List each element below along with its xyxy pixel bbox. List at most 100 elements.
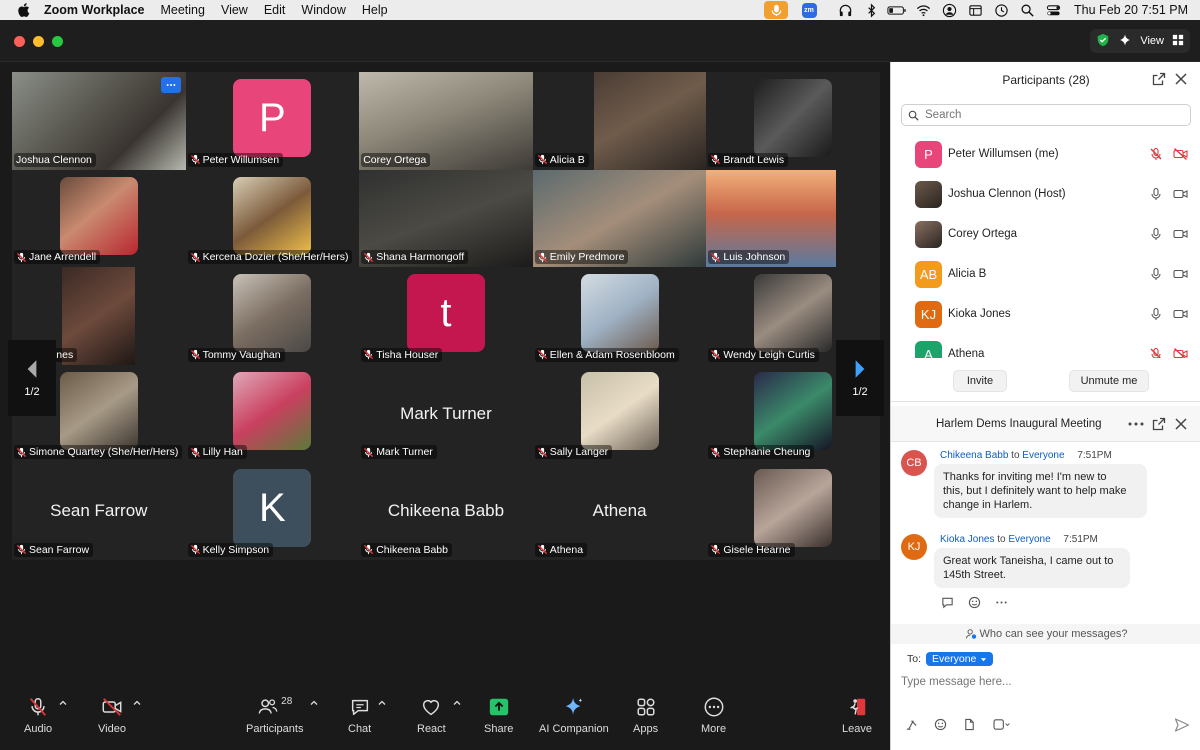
message-more-icon[interactable] xyxy=(995,596,1008,609)
participant-mic-status[interactable] xyxy=(1149,307,1163,321)
ai-sparkle-icon[interactable] xyxy=(1118,33,1132,50)
maximize-window-button[interactable] xyxy=(52,36,63,47)
chat-message-input[interactable] xyxy=(901,672,1191,692)
chat-recipient[interactable]: Everyone xyxy=(1008,534,1050,545)
ai-companion-button[interactable]: AI Companion xyxy=(539,696,609,735)
participant-mic-status[interactable] xyxy=(1149,147,1163,161)
participant-video-status[interactable] xyxy=(1173,347,1188,358)
leave-button[interactable]: Leave xyxy=(842,696,872,735)
participant-mic-status[interactable] xyxy=(1149,347,1163,358)
close-window-button[interactable] xyxy=(14,36,25,47)
participant-row[interactable]: A Athena xyxy=(891,334,1200,358)
add-reaction-icon[interactable] xyxy=(968,596,981,609)
participant-row[interactable]: P Peter Willumsen (me) xyxy=(891,134,1200,174)
participant-tile[interactable]: Jane Arrendell xyxy=(12,169,186,268)
menu-meeting[interactable]: Meeting xyxy=(160,3,204,17)
send-message-icon[interactable] xyxy=(1174,717,1190,733)
video-camera-icon[interactable] xyxy=(1173,187,1188,201)
participant-tile[interactable]: Tommy Vaughan xyxy=(185,267,360,365)
participant-video-status[interactable] xyxy=(1173,307,1188,321)
participant-search-input[interactable] xyxy=(925,109,1175,121)
video-camera-icon[interactable] xyxy=(1173,227,1188,241)
microphone-icon[interactable] xyxy=(1149,267,1163,281)
chat-bubble[interactable]: Thanks for inviting me! I'm new to this,… xyxy=(934,464,1147,518)
microphone-icon[interactable] xyxy=(1149,307,1163,321)
menu-help[interactable]: Help xyxy=(362,3,388,17)
participant-tile[interactable]: K Kelly Simpson xyxy=(185,462,360,560)
participant-tile[interactable]: Sally Langer xyxy=(532,364,707,463)
encryption-shield-icon[interactable] xyxy=(1096,33,1110,50)
participant-tile[interactable]: P Peter Willumsen xyxy=(185,72,360,170)
format-text-icon[interactable] xyxy=(905,718,918,731)
participant-row[interactable]: AB Alicia B xyxy=(891,254,1200,294)
participant-mic-status[interactable] xyxy=(1149,227,1163,241)
participant-tile[interactable]: Mark Turner Mark Turner xyxy=(359,364,533,463)
video-camera-icon[interactable] xyxy=(1173,307,1188,321)
participant-tile[interactable]: t Tisha Houser xyxy=(359,267,533,365)
bluetooth-icon[interactable] xyxy=(858,0,884,20)
participant-tile[interactable]: Emily Predmore xyxy=(532,169,707,268)
close-participants-icon[interactable] xyxy=(1174,72,1188,86)
spotlight-search-icon[interactable] xyxy=(1014,0,1040,20)
react-button[interactable]: React xyxy=(417,696,461,735)
next-page-button[interactable]: 1/2 xyxy=(836,340,884,416)
participant-mic-status[interactable] xyxy=(1149,187,1163,201)
microphone-muted-icon[interactable] xyxy=(1149,147,1163,161)
participant-tile[interactable]: Kercena Dozier (She/Her/Hers) xyxy=(185,169,360,268)
recipient-dropdown[interactable]: Everyone xyxy=(926,652,994,666)
previous-page-button[interactable]: 1/2 xyxy=(8,340,56,416)
participant-video-status[interactable] xyxy=(1173,187,1188,201)
minimize-window-button[interactable] xyxy=(33,36,44,47)
close-chat-icon[interactable] xyxy=(1174,417,1188,431)
react-options-caret-icon[interactable] xyxy=(452,698,462,708)
microphone-muted-icon[interactable] xyxy=(1149,347,1163,358)
participant-tile[interactable]: Ellen & Adam Rosenbloom xyxy=(532,267,707,365)
participant-tile[interactable]: Shana Harmongoff xyxy=(359,169,533,268)
participant-row[interactable]: Corey Ortega xyxy=(891,214,1200,254)
microphone-icon[interactable] xyxy=(1149,227,1163,241)
screenshot-icon[interactable] xyxy=(992,718,1010,731)
participant-tile[interactable]: Corey Ortega xyxy=(359,72,533,170)
participant-row[interactable]: Joshua Clennon (Host) xyxy=(891,174,1200,214)
video-camera-off-icon[interactable] xyxy=(1173,347,1188,358)
menubar-datetime[interactable]: Thu Feb 20 7:51 PM xyxy=(1074,3,1188,17)
popout-participants-icon[interactable] xyxy=(1152,72,1166,86)
tile-more-options-button[interactable] xyxy=(160,77,181,93)
menubar-microphone-icon[interactable] xyxy=(764,1,789,19)
participant-tile[interactable]: Chikeena Babb Chikeena Babb xyxy=(359,462,533,560)
video-button[interactable]: Video xyxy=(98,696,141,735)
invite-button[interactable]: Invite xyxy=(953,370,1007,392)
more-button[interactable]: More xyxy=(701,696,726,735)
participant-video-status[interactable] xyxy=(1173,267,1188,281)
participants-button[interactable]: 28 Participants xyxy=(246,696,318,735)
chat-sender[interactable]: Chikeena Babb xyxy=(940,450,1008,461)
unmute-me-button[interactable]: Unmute me xyxy=(1069,370,1149,392)
chat-bubble[interactable]: Great work Taneisha, I came out to 145th… xyxy=(934,548,1130,588)
microphone-icon[interactable] xyxy=(1149,187,1163,201)
control-center-icon[interactable] xyxy=(1040,0,1066,20)
emoji-icon[interactable] xyxy=(934,718,947,731)
message-visibility-notice[interactable]: Who can see your messages? xyxy=(891,624,1200,644)
wifi-icon[interactable] xyxy=(910,0,936,20)
participant-tile[interactable]: Luis Johnson xyxy=(706,169,880,268)
user-account-icon[interactable] xyxy=(936,0,962,20)
menu-view[interactable]: View xyxy=(221,3,248,17)
participant-video-status[interactable] xyxy=(1173,227,1188,241)
chat-more-options-icon[interactable] xyxy=(1128,421,1144,427)
chat-sender[interactable]: Kioka Jones xyxy=(940,534,994,545)
apple-icon[interactable] xyxy=(18,3,30,17)
menu-window[interactable]: Window xyxy=(301,3,345,17)
menu-app-name[interactable]: Zoom Workplace xyxy=(44,3,144,17)
menu-edit[interactable]: Edit xyxy=(264,3,286,17)
zoom-menubar-icon[interactable]: zm xyxy=(796,0,822,20)
chat-options-caret-icon[interactable] xyxy=(377,698,387,708)
participant-tile[interactable]: Gisele Hearne xyxy=(706,462,880,560)
participant-tile[interactable]: Joshua Clennon xyxy=(12,72,186,170)
audio-options-caret-icon[interactable] xyxy=(58,698,68,708)
video-camera-off-icon[interactable] xyxy=(1173,147,1188,161)
participants-options-caret-icon[interactable] xyxy=(309,698,319,708)
audio-button[interactable]: Audio xyxy=(24,696,67,735)
screen-icon[interactable] xyxy=(962,0,988,20)
video-camera-icon[interactable] xyxy=(1173,267,1188,281)
reply-thread-icon[interactable] xyxy=(941,596,954,609)
